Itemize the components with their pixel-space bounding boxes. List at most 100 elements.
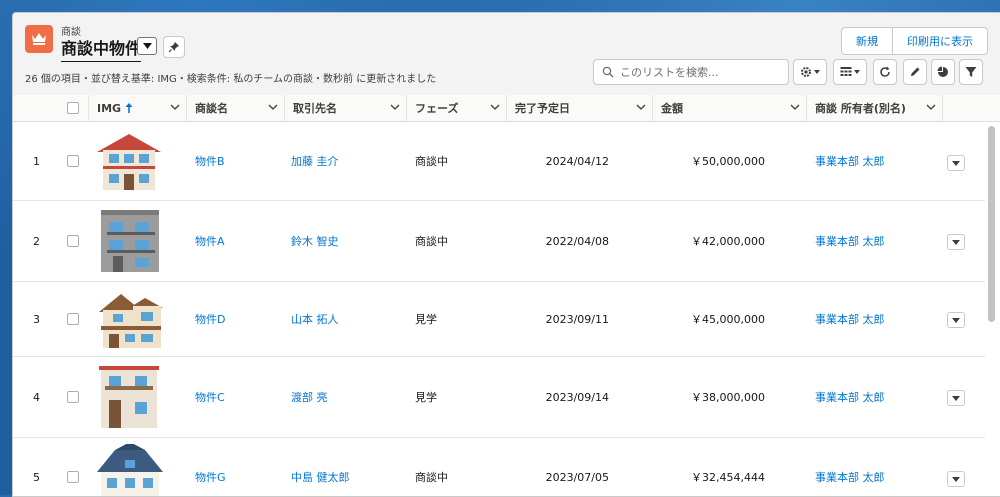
account-name-link[interactable]: 山本 拓人 xyxy=(291,282,339,356)
close-date-cell: 2023/07/05 xyxy=(545,470,609,484)
row-checkbox[interactable] xyxy=(67,313,79,325)
header-button-group: 新規 印刷用に表示 xyxy=(841,27,988,55)
refresh-button[interactable] xyxy=(873,59,897,85)
chevron-down-icon xyxy=(814,70,820,74)
close-date-cell: 2023/09/14 xyxy=(545,390,609,404)
column-label: 金額 xyxy=(661,102,683,115)
filter-button[interactable] xyxy=(959,59,983,85)
list-title[interactable]: 商談中物件 xyxy=(61,35,142,62)
owner-link[interactable]: 事業本部 太郎 xyxy=(815,122,885,200)
row-select xyxy=(67,282,79,356)
house-image xyxy=(95,201,163,281)
owner-link[interactable]: 事業本部 太郎 xyxy=(815,282,885,356)
charts-button[interactable] xyxy=(931,59,955,85)
owner-link[interactable]: 事業本部 太郎 xyxy=(815,438,885,496)
chevron-down-icon xyxy=(952,160,960,166)
refresh-icon xyxy=(880,66,890,77)
account-name-link[interactable]: 渡部 亮 xyxy=(291,357,328,437)
amount-cell: ￥45,000,000 xyxy=(691,313,765,326)
select-all-checkbox[interactable] xyxy=(67,102,79,114)
new-button[interactable]: 新規 xyxy=(841,27,893,55)
list-header: 商談 商談中物件 新規 印刷用に表示 26 個の項目・並び替え基準: IMG・検… xyxy=(13,13,1000,96)
row-checkbox[interactable] xyxy=(67,471,79,483)
pin-list-button[interactable] xyxy=(163,36,185,58)
amount-cell: ￥50,000,000 xyxy=(691,155,765,168)
search-input[interactable] xyxy=(618,64,782,80)
column-menu-chevron-icon xyxy=(636,104,646,110)
row-select xyxy=(67,201,79,281)
row-number-header xyxy=(13,95,57,121)
print-view-button[interactable]: 印刷用に表示 xyxy=(893,27,988,55)
opportunity-name-link[interactable]: 物件A xyxy=(195,201,225,281)
amount-cell: ￥32,454,444 xyxy=(691,471,765,484)
list-info-text: 26 個の項目・並び替え基準: IMG・検索条件: 私のチームの商談・数秒前 に… xyxy=(25,74,437,85)
pencil-icon xyxy=(911,67,920,76)
column-header-amount[interactable]: 金額 xyxy=(653,95,807,121)
row-checkbox[interactable] xyxy=(67,235,79,247)
column-header-img[interactable]: IMG xyxy=(89,95,187,121)
column-menu-chevron-icon xyxy=(390,104,400,110)
opportunity-name-link[interactable]: 物件C xyxy=(195,357,225,437)
list-view-switcher-button[interactable] xyxy=(137,37,157,55)
house-image xyxy=(95,438,165,496)
stage-cell: 見学 xyxy=(415,391,437,404)
column-header-name[interactable]: 商談名 xyxy=(187,95,285,121)
select-all-header xyxy=(57,95,89,121)
row-number: 4 xyxy=(33,390,40,404)
chevron-down-icon xyxy=(952,239,960,245)
opportunity-name-link[interactable]: 物件B xyxy=(195,122,225,200)
column-label: 取引先名 xyxy=(293,102,337,115)
row-number: 3 xyxy=(33,312,40,326)
column-header-close-date[interactable]: 完了予定日 xyxy=(507,95,653,121)
column-label: 商談名 xyxy=(195,102,228,115)
inline-edit-button[interactable] xyxy=(903,59,927,85)
stage-cell: 商談中 xyxy=(415,471,448,484)
row-actions-button[interactable] xyxy=(947,390,965,406)
list-search[interactable] xyxy=(593,59,789,85)
table-row: 2 物件A 鈴木 智史 商談中 2022/04/08 ￥42,000,000 事… xyxy=(13,201,985,282)
table-row: 5 物件G 中島 健太郎 商談中 2023/07/05 ￥32,454,444 … xyxy=(13,438,985,496)
row-select xyxy=(67,438,79,496)
scrollbar-thumb[interactable] xyxy=(988,126,995,322)
house-image xyxy=(95,357,163,437)
row-number: 5 xyxy=(33,470,40,484)
row-actions-button[interactable] xyxy=(947,312,965,328)
column-menu-chevron-icon xyxy=(490,104,500,110)
table-body: 1 物件B 加藤 圭介 商談中 2024/04/12 ￥50,000,000 事… xyxy=(13,122,985,496)
opportunity-name-link[interactable]: 物件D xyxy=(195,282,225,356)
row-actions-button[interactable] xyxy=(947,234,965,250)
row-actions-button[interactable] xyxy=(947,471,965,487)
account-name-link[interactable]: 加藤 圭介 xyxy=(291,122,339,200)
chevron-down-icon xyxy=(952,476,960,482)
row-checkbox[interactable] xyxy=(67,155,79,167)
opportunity-name-link[interactable]: 物件G xyxy=(195,438,226,496)
sort-ascending-icon xyxy=(125,103,133,113)
chevron-down-icon xyxy=(952,395,960,401)
house-icon xyxy=(97,444,163,496)
amount-cell: ￥38,000,000 xyxy=(691,391,765,404)
pie-chart-icon xyxy=(937,66,948,77)
list-settings-button[interactable] xyxy=(793,59,827,85)
account-name-link[interactable]: 鈴木 智史 xyxy=(291,201,339,281)
apartment-icon xyxy=(101,210,159,272)
column-header-stage[interactable]: フェーズ xyxy=(407,95,507,121)
account-name-link[interactable]: 中島 健太郎 xyxy=(291,438,350,496)
owner-link[interactable]: 事業本部 太郎 xyxy=(815,201,885,281)
table-row: 4 物件C 渡部 亮 見学 2023/09/14 ￥38,000,000 事業本… xyxy=(13,357,985,438)
column-label: 商談 所有者(別名) xyxy=(815,102,906,115)
chevron-down-icon xyxy=(854,70,860,74)
chevron-down-icon xyxy=(952,317,960,323)
display-as-button[interactable] xyxy=(833,59,867,85)
vertical-scrollbar[interactable] xyxy=(987,122,997,496)
column-header-owner[interactable]: 商談 所有者(別名) xyxy=(807,95,943,121)
table-row: 3 物件D 山本 拓人 見学 2023/09/11 ￥45,000,000 事業… xyxy=(13,282,985,357)
stage-cell: 見学 xyxy=(415,313,437,326)
owner-link[interactable]: 事業本部 太郎 xyxy=(815,357,885,437)
column-header-account[interactable]: 取引先名 xyxy=(285,95,407,121)
house-image xyxy=(95,282,165,356)
row-checkbox[interactable] xyxy=(67,391,79,403)
house-icon xyxy=(99,294,163,348)
row-actions-button[interactable] xyxy=(947,155,965,171)
stage-cell: 商談中 xyxy=(415,235,448,248)
close-date-cell: 2022/04/08 xyxy=(545,234,609,248)
